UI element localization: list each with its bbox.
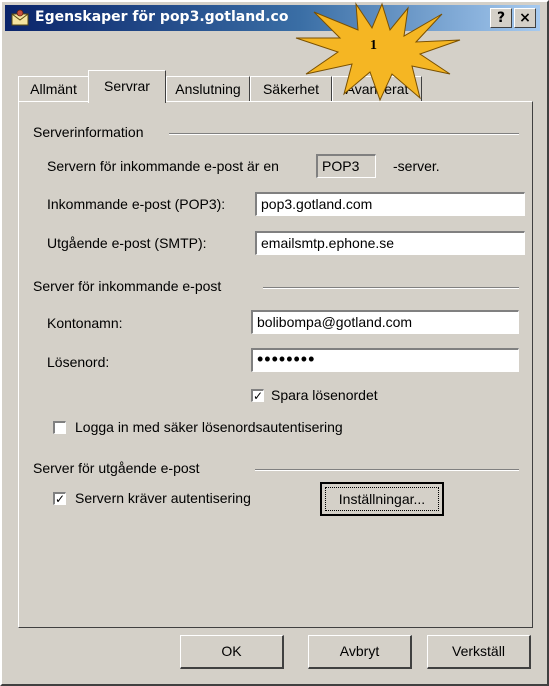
servers-tab-panel: Serverinformation Servern för inkommande… bbox=[18, 101, 533, 628]
spa-checkbox[interactable] bbox=[53, 421, 66, 434]
window-title: Egenskaper för pop3.gotland.co bbox=[35, 9, 289, 25]
mail-account-icon bbox=[11, 9, 29, 26]
cancel-button[interactable]: Avbryt bbox=[308, 635, 412, 669]
ok-button[interactable]: OK bbox=[180, 635, 284, 669]
outgoing-server-heading: Server för utgående e-post bbox=[33, 460, 200, 476]
help-button[interactable]: ? bbox=[490, 8, 512, 28]
account-name-label: Kontonamn: bbox=[47, 315, 123, 331]
tab-anslutning[interactable]: Anslutning bbox=[166, 76, 250, 101]
settings-button-label: Inställningar... bbox=[325, 487, 439, 511]
incoming-server-heading: Server för inkommande e-post bbox=[33, 278, 222, 294]
password-label: Lösenord: bbox=[47, 354, 110, 370]
outgoing-server-label: Utgående e-post (SMTP): bbox=[47, 235, 207, 251]
divider bbox=[169, 133, 519, 135]
save-password-label: Spara lösenordet bbox=[271, 387, 378, 403]
apply-button[interactable]: Verkställ bbox=[427, 635, 531, 669]
divider bbox=[255, 469, 519, 471]
incoming-server-input[interactable]: pop3.gotland.com bbox=[255, 192, 525, 216]
properties-dialog: Egenskaper för pop3.gotland.co ? × Allmä… bbox=[0, 0, 549, 686]
password-input[interactable]: •••••••• bbox=[251, 348, 519, 372]
incoming-type-suffix: -server. bbox=[393, 158, 440, 174]
save-password-checkbox[interactable]: ✓ bbox=[251, 389, 264, 402]
incoming-server-label: Inkommande e-post (POP3): bbox=[47, 196, 226, 212]
auth-required-checkbox[interactable]: ✓ bbox=[53, 492, 66, 505]
settings-button[interactable]: Inställningar... bbox=[320, 482, 444, 516]
auth-required-label: Servern kräver autentisering bbox=[75, 490, 251, 506]
close-button[interactable]: × bbox=[514, 8, 536, 28]
outgoing-server-input[interactable]: emailsmtp.ephone.se bbox=[255, 231, 525, 255]
account-name-input[interactable]: bolibompa@gotland.com bbox=[251, 310, 519, 334]
tab-servrar[interactable]: Servrar bbox=[88, 70, 166, 103]
server-info-heading: Serverinformation bbox=[33, 124, 144, 140]
incoming-type-field: POP3 bbox=[316, 154, 376, 178]
callout-number: 1 bbox=[370, 38, 377, 53]
tab-allmant[interactable]: Allmänt bbox=[18, 76, 89, 101]
spa-label: Logga in med säker lösenordsautentiserin… bbox=[75, 419, 343, 435]
divider bbox=[263, 287, 519, 289]
callout-starburst-icon bbox=[295, 2, 461, 102]
incoming-type-label: Servern för inkommande e-post är en bbox=[47, 158, 279, 174]
